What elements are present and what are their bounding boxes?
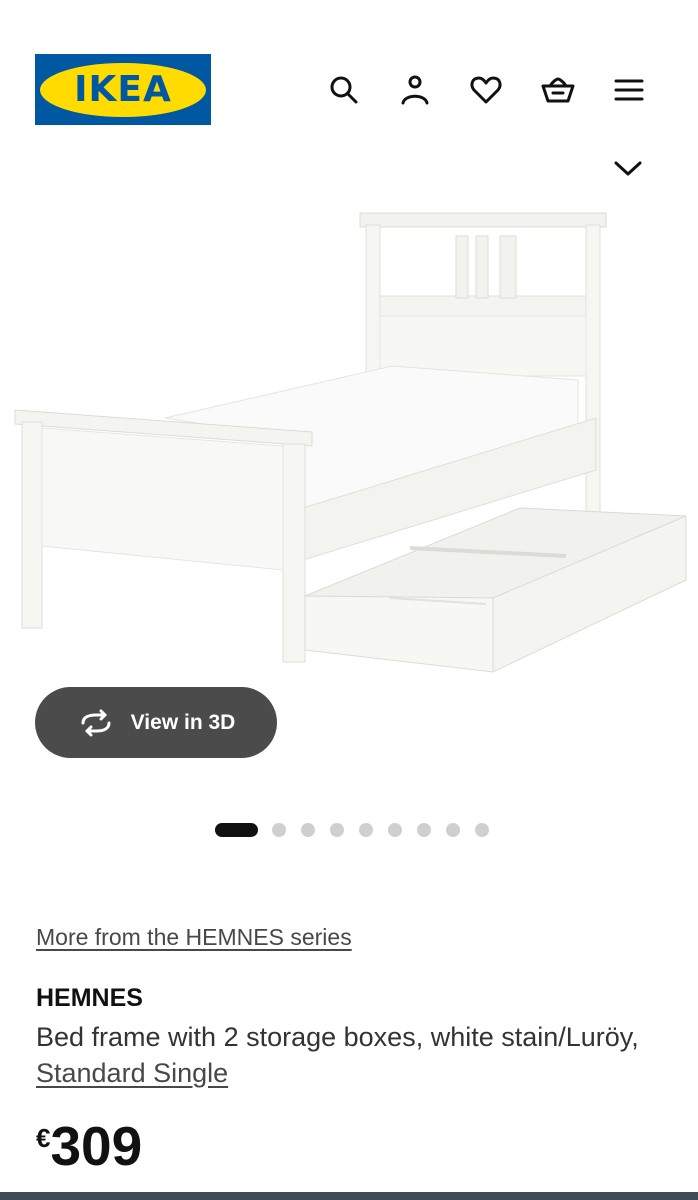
chevron-down-icon[interactable] xyxy=(611,152,645,186)
product-description: Bed frame with 2 storage boxes, white st… xyxy=(36,1019,656,1091)
image-carousel-dots xyxy=(215,822,504,838)
carousel-dot[interactable] xyxy=(388,823,402,837)
carousel-dot[interactable] xyxy=(446,823,460,837)
bed-illustration xyxy=(14,212,687,673)
carousel-dot[interactable] xyxy=(359,823,373,837)
heart-icon[interactable] xyxy=(466,70,506,110)
menu-icon[interactable] xyxy=(609,70,649,110)
profile-icon[interactable] xyxy=(395,70,435,110)
carousel-dot-active[interactable] xyxy=(215,823,258,837)
view-in-3d-label: View in 3D xyxy=(130,710,236,734)
top-header: IKEA xyxy=(0,0,698,150)
product-image[interactable] xyxy=(0,190,698,690)
ikea-logo[interactable]: IKEA xyxy=(35,54,211,125)
product-description-text: Bed frame with 2 storage boxes, white st… xyxy=(36,1022,639,1052)
series-link[interactable]: More from the HEMNES series xyxy=(36,924,352,951)
logo-text: IKEA xyxy=(74,69,172,110)
carousel-dot[interactable] xyxy=(475,823,489,837)
view-in-3d-button[interactable]: View in 3D xyxy=(35,687,277,758)
price-currency: € xyxy=(36,1123,51,1153)
basket-icon[interactable] xyxy=(538,70,578,110)
carousel-dot[interactable] xyxy=(417,823,431,837)
product-name: HEMNES xyxy=(36,984,143,1012)
price-amount: 309 xyxy=(50,1115,143,1177)
carousel-dot[interactable] xyxy=(272,823,286,837)
bottom-bar xyxy=(0,1192,698,1200)
carousel-dot[interactable] xyxy=(330,823,344,837)
logo-oval: IKEA xyxy=(40,62,206,117)
search-icon[interactable] xyxy=(324,70,364,110)
size-link[interactable]: Standard Single xyxy=(36,1058,228,1088)
rotate-3d-icon xyxy=(81,709,111,736)
carousel-dot[interactable] xyxy=(301,823,315,837)
product-price: € 309 xyxy=(36,1115,142,1177)
